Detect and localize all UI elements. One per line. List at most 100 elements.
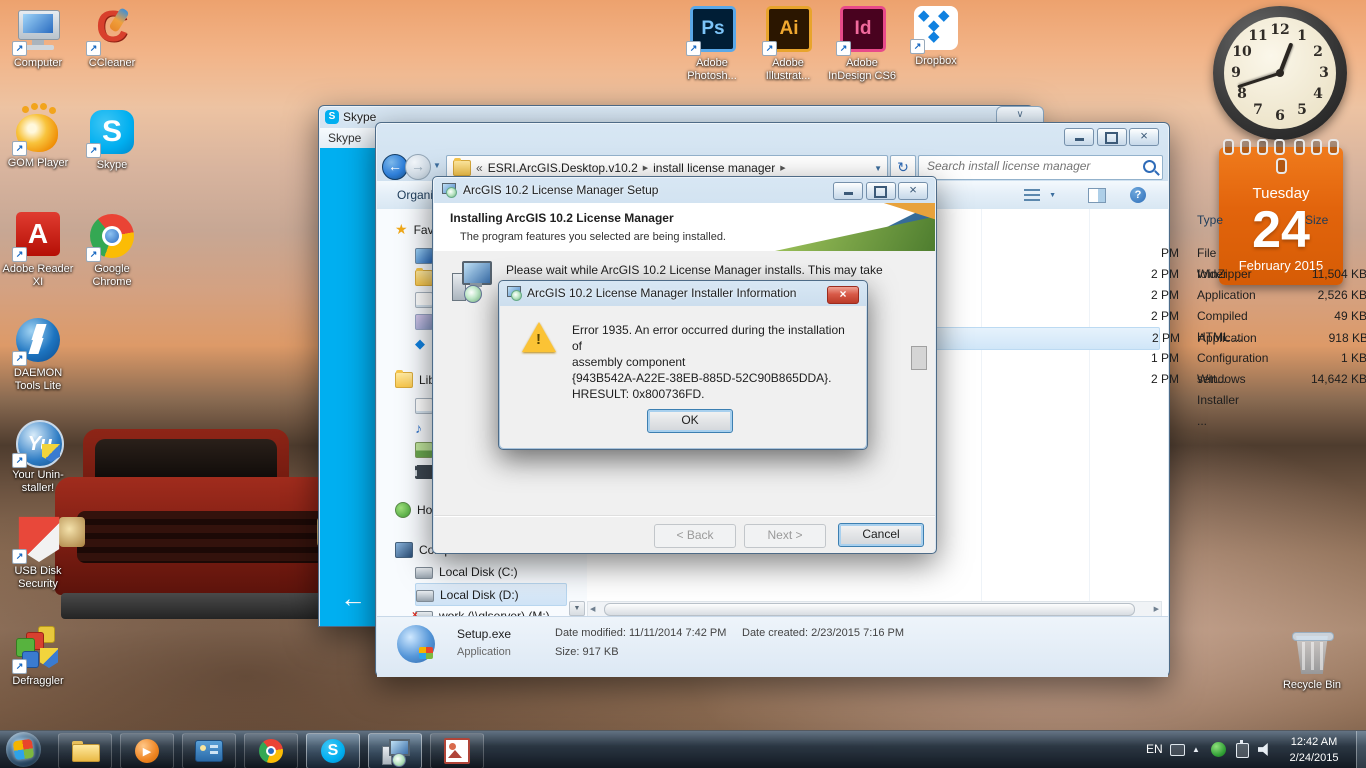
file-date: 2 PM: [1151, 331, 1180, 345]
error-dialog[interactable]: ArcGIS 10.2 License Manager Installer In…: [498, 280, 868, 450]
refresh-icon: ↻: [897, 159, 909, 175]
setup-header: Installing ArcGIS 10.2 License Manager T…: [434, 203, 935, 252]
media-player-icon: ▶: [135, 739, 159, 763]
safely-remove-hardware-icon[interactable]: [1236, 740, 1249, 758]
views-icon[interactable]: [1024, 189, 1040, 201]
start-button[interactable]: [6, 732, 41, 767]
clock-center-cap: [1276, 69, 1284, 77]
picture-manager-icon: [444, 738, 470, 764]
desktop-icon-label: DAEMON Tools Lite: [13, 367, 63, 392]
desktop-icon-ccleaner[interactable]: C ↗ CCleaner: [74, 2, 150, 70]
cancel-button[interactable]: Cancel: [838, 523, 924, 547]
details-file-type: Application: [457, 646, 511, 658]
tray-clock[interactable]: 12:42 AM 2/24/2015: [1280, 734, 1348, 766]
breadcrumb-segment[interactable]: install license manager: [653, 161, 775, 175]
search-input[interactable]: [925, 158, 1129, 174]
address-dropdown-icon[interactable]: ▼: [874, 164, 882, 173]
views-dropdown-icon[interactable]: ▼: [1049, 192, 1056, 199]
next-button[interactable]: Next >: [744, 524, 826, 548]
breadcrumb-segment[interactable]: ESRI.ArcGIS.Desktop.v10.2: [488, 161, 638, 175]
defraggler-icon: [40, 648, 58, 668]
nav-scrollbar-down-button[interactable]: ▼: [569, 601, 585, 616]
taskbar-skype-button[interactable]: S: [306, 733, 360, 768]
desktop-icon-usb-disk-security[interactable]: ↗ USB Disk Security: [0, 514, 76, 591]
help-icon[interactable]: ?: [1130, 187, 1146, 203]
setup-footer: < Back Next > Cancel: [434, 515, 935, 553]
skype-titlebar[interactable]: S Skype: [325, 110, 376, 124]
search-box[interactable]: [918, 155, 1163, 180]
hidden-icons-button[interactable]: ▲: [1192, 745, 1200, 754]
clock-gadget[interactable]: 12 1 2 3 4 5 6 7 8 9 10 11: [1213, 6, 1347, 140]
setup-exe-icon: [397, 625, 435, 663]
details-date-created: Date created: 2/23/2015 7:16 PM: [742, 627, 905, 639]
desktop-icon-photoshop[interactable]: Ps ↗ Adobe Photosh...: [674, 4, 750, 83]
clock-number: 9: [1231, 65, 1241, 81]
desktop-icon-defraggler[interactable]: ↗ Defraggler: [0, 624, 76, 688]
desktop-icon-label: Adobe Illustrat...: [765, 57, 811, 82]
taskbar-picture-manager-button[interactable]: [430, 733, 484, 768]
desktop-icon-computer[interactable]: ↗ Computer: [0, 6, 76, 70]
ok-button[interactable]: OK: [647, 409, 733, 433]
install-computer-icon: [450, 259, 492, 303]
setup-titlebar[interactable]: ArcGIS 10.2 License Manager Setup: [441, 182, 658, 198]
preview-pane-icon[interactable]: [1088, 188, 1106, 203]
taskbar-chrome-button[interactable]: [244, 733, 298, 768]
taskbar-explorer-button[interactable]: [58, 733, 112, 768]
taskbar-installer-button[interactable]: [368, 733, 422, 768]
maximize-button[interactable]: [865, 182, 896, 200]
crumb-separator-icon[interactable]: ▶: [780, 164, 785, 172]
installer-icon: [382, 738, 410, 767]
explorer-window-controls: ×: [1064, 128, 1159, 146]
skype-menu-item[interactable]: Skype: [328, 131, 361, 145]
volume-icon[interactable]: [1258, 743, 1268, 756]
desktop-icon-recycle-bin[interactable]: Recycle Bin: [1274, 628, 1350, 692]
desktop-icon-gom-player[interactable]: ↗ GOM Player: [0, 103, 76, 170]
desktop: ↗ Computer C ↗ CCleaner ↗ GOM Player S ↗…: [0, 0, 1366, 768]
column-header-size[interactable]: Size: [1305, 213, 1328, 227]
minimize-button[interactable]: [1064, 128, 1095, 146]
keyboard-layout-icon[interactable]: [1170, 744, 1185, 756]
close-button[interactable]: ×: [827, 286, 859, 304]
clock-number: 12: [1270, 22, 1290, 38]
desktop-icon-indesign[interactable]: Id ↗ Adobe InDesign CS6: [824, 4, 900, 83]
desktop-icon-label: Your Unin-staller!: [12, 469, 64, 494]
clock-number: 10: [1232, 44, 1252, 60]
desktop-icon-dropbox[interactable]: ◆ ◆ ◆ ◆ ↗ Dropbox: [898, 4, 974, 68]
scrollbar-thumb[interactable]: [604, 603, 1135, 616]
scroll-right-icon[interactable]: ▶: [1154, 605, 1159, 613]
history-dropdown-icon[interactable]: ▼: [433, 161, 441, 170]
desktop-icon-skype[interactable]: S ↗ Skype: [74, 108, 150, 172]
file-size: 11,504 KB: [1311, 267, 1366, 281]
file-type: Windows Installer ...: [1197, 372, 1246, 428]
forward-button[interactable]: →: [405, 154, 431, 180]
breadcrumb-overflow-icon[interactable]: «: [476, 161, 483, 175]
close-button[interactable]: ×: [898, 182, 928, 200]
clock-number: 1: [1297, 28, 1307, 44]
file-size: 1 KB: [1340, 351, 1366, 365]
clock-number: 11: [1248, 28, 1268, 44]
desktop-icon-adobe-reader[interactable]: A ↗ Adobe Reader XI: [0, 210, 76, 289]
clock-number: 8: [1237, 86, 1247, 102]
skype-back-arrow-icon[interactable]: ←: [340, 583, 366, 614]
antivirus-tray-icon[interactable]: [1211, 742, 1226, 757]
windows-flag-icon: [12, 738, 35, 761]
show-desktop-button[interactable]: [1356, 731, 1366, 768]
calendar-day: Tuesday: [1252, 185, 1310, 202]
language-indicator[interactable]: EN: [1146, 742, 1163, 756]
taskbar-media-player-button[interactable]: ▶: [120, 733, 174, 768]
column-header-type[interactable]: Type: [1197, 213, 1223, 227]
desktop-icon-daemon-tools[interactable]: ↗ DAEMON Tools Lite: [0, 316, 76, 393]
scroll-left-icon[interactable]: ◀: [590, 605, 595, 613]
shortcut-arrow-icon: ↗: [86, 247, 101, 262]
back-button[interactable]: < Back: [654, 524, 736, 548]
maximize-button[interactable]: [1096, 128, 1127, 146]
crumb-separator-icon[interactable]: ▶: [643, 164, 648, 172]
desktop-icon-google-chrome[interactable]: ↗ Google Chrome: [74, 212, 150, 289]
minimize-button[interactable]: [833, 182, 864, 200]
desktop-icon-illustrator[interactable]: Ai ↗ Adobe Illustrat...: [750, 4, 826, 83]
close-button[interactable]: ×: [1129, 128, 1159, 146]
error-titlebar[interactable]: ArcGIS 10.2 License Manager Installer In…: [506, 285, 796, 301]
explorer-folder-icon: [72, 741, 100, 762]
taskbar-gadget-gallery-button[interactable]: [182, 733, 236, 768]
desktop-icon-your-uninstaller[interactable]: Yu ↗ Your Unin-staller!: [0, 418, 76, 495]
